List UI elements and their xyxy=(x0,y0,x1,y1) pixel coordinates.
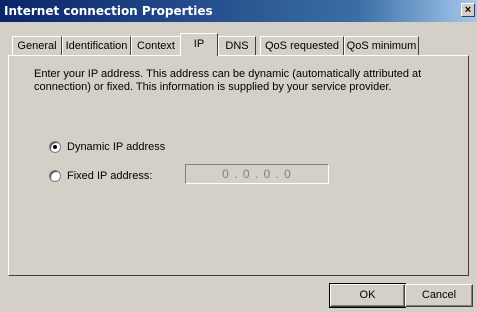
intro-text: Enter your IP address. This address can … xyxy=(34,68,422,93)
window-title: Internet connection Properties xyxy=(4,4,213,18)
tab-qos-minimum[interactable]: QoS minimum xyxy=(344,36,419,55)
tab-identification[interactable]: Identification xyxy=(62,36,131,55)
ok-button[interactable]: OK xyxy=(329,283,406,308)
dynamic-ip-label[interactable]: Dynamic IP address xyxy=(67,140,165,154)
tab-context[interactable]: Context xyxy=(131,36,181,55)
fixed-ip-radio[interactable] xyxy=(49,170,61,182)
tab-ip[interactable]: IP xyxy=(180,33,218,56)
fixed-ip-label[interactable]: Fixed IP address: xyxy=(67,169,152,183)
tab-qos-requested[interactable]: QoS requested xyxy=(260,36,344,55)
cancel-button[interactable]: Cancel xyxy=(405,284,473,307)
tab-general[interactable]: General xyxy=(12,36,62,55)
dynamic-ip-radio[interactable] xyxy=(49,141,61,153)
title-bar: Internet connection Properties × xyxy=(0,0,477,22)
close-icon[interactable]: × xyxy=(461,3,475,17)
tab-dns[interactable]: DNS xyxy=(218,36,256,55)
fixed-ip-input[interactable]: 0 . 0 . 0 . 0 xyxy=(185,164,329,184)
